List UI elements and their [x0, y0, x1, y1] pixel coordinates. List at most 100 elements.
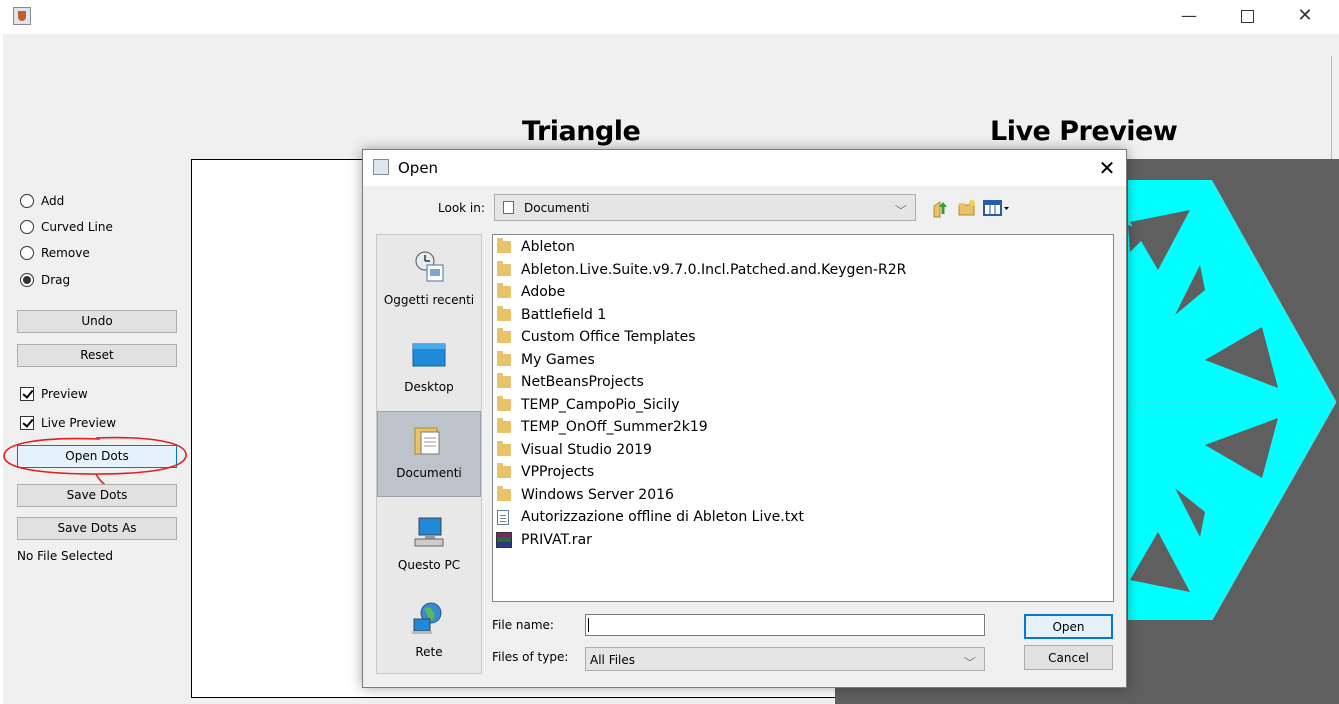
- radio-remove[interactable]: Remove: [20, 243, 90, 263]
- list-item[interactable]: Ableton.Live.Suite.v9.7.0.Incl.Patched.a…: [493, 259, 906, 281]
- file-status-label: No File Selected: [17, 549, 114, 563]
- list-item[interactable]: Ableton: [493, 236, 575, 258]
- cancel-button[interactable]: Cancel: [1024, 645, 1113, 670]
- folder-icon: [497, 328, 511, 343]
- radio-remove-label: Remove: [41, 246, 90, 260]
- folder-icon: [497, 261, 511, 276]
- checkbox-box[interactable]: [20, 387, 34, 401]
- place-documents-label: Documenti: [396, 466, 462, 480]
- network-icon: [412, 602, 442, 634]
- list-item[interactable]: Visual Studio 2019: [493, 439, 652, 461]
- minimize-icon[interactable]: —: [1174, 4, 1204, 28]
- radio-add-label: Add: [41, 194, 65, 208]
- list-item[interactable]: VPProjects: [493, 461, 594, 483]
- place-documents[interactable]: Documenti: [377, 411, 481, 497]
- look-in-combobox[interactable]: Documenti ⌵: [494, 194, 916, 221]
- radio-curved-line-label: Curved Line: [41, 220, 113, 234]
- radio-circle[interactable]: [20, 220, 34, 234]
- save-dots-button[interactable]: Save Dots: [17, 484, 177, 507]
- save-dots-as-button[interactable]: Save Dots As: [17, 517, 177, 540]
- checkbox-box[interactable]: [20, 416, 34, 430]
- radio-circle-checked[interactable]: [20, 273, 34, 287]
- file-name-label: File name:: [492, 618, 554, 632]
- list-item[interactable]: PRIVAT.rar: [493, 529, 592, 551]
- up-one-level-icon[interactable]: [931, 198, 951, 218]
- archive-file-icon: [496, 532, 512, 548]
- files-of-type-combobox[interactable]: All Files ⌵: [585, 647, 985, 671]
- desktop-icon: [412, 343, 446, 367]
- view-menu-icon[interactable]: [983, 198, 1011, 218]
- open-button[interactable]: Open: [1024, 614, 1113, 639]
- file-list[interactable]: Ableton Ableton.Live.Suite.v9.7.0.Incl.P…: [492, 234, 1114, 602]
- file-name-input[interactable]: [585, 614, 985, 636]
- list-item[interactable]: TEMP_CampoPio_Sicily: [493, 394, 680, 416]
- radio-circle[interactable]: [20, 194, 34, 208]
- list-item[interactable]: Autorizzazione offline di Ableton Live.t…: [493, 506, 804, 528]
- file-name: NetBeansProjects: [521, 374, 644, 390]
- folder-icon: [497, 238, 511, 253]
- place-this-pc-label: Questo PC: [397, 558, 461, 572]
- window-edge: [0, 34, 3, 704]
- live-preview-checkbox[interactable]: Live Preview: [20, 414, 116, 432]
- file-name: Autorizzazione offline di Ableton Live.t…: [521, 509, 804, 525]
- live-preview-checkbox-label: Live Preview: [41, 416, 117, 430]
- folder-icon: [497, 283, 511, 298]
- dialog-title: Open: [398, 159, 439, 177]
- list-item[interactable]: Custom Office Templates: [493, 326, 696, 348]
- list-item[interactable]: NetBeansProjects: [493, 371, 644, 393]
- file-name: TEMP_CampoPio_Sicily: [521, 397, 680, 413]
- undo-button[interactable]: Undo: [17, 310, 177, 333]
- list-item[interactable]: Adobe: [493, 281, 565, 303]
- close-icon[interactable]: ✕: [1290, 4, 1320, 28]
- radio-circle[interactable]: [20, 246, 34, 260]
- file-name: Ableton.Live.Suite.v9.7.0.Incl.Patched.a…: [521, 262, 907, 278]
- files-of-type-label: Files of type:: [492, 650, 569, 664]
- radio-drag[interactable]: Drag: [20, 270, 70, 290]
- dialog-titlebar: Open ✕: [363, 150, 1126, 186]
- file-name: Adobe: [521, 284, 566, 300]
- place-desktop-label: Desktop: [404, 380, 454, 394]
- documents-icon: [503, 201, 514, 214]
- open-dots-button[interactable]: Open Dots: [17, 445, 177, 468]
- place-recent-items[interactable]: Oggetti recenti: [377, 249, 481, 335]
- file-name: Battlefield 1: [521, 307, 607, 323]
- folder-icon: [497, 373, 511, 388]
- chevron-down-icon[interactable]: ⌵: [964, 653, 976, 664]
- triangle-heading: Triangle: [522, 116, 641, 147]
- file-name: Custom Office Templates: [521, 329, 696, 345]
- recent-items-icon: [415, 251, 444, 282]
- look-in-value: Documenti: [524, 201, 590, 215]
- file-name: PRIVAT.rar: [521, 532, 592, 548]
- chevron-down-icon[interactable]: ⌵: [895, 201, 907, 212]
- radio-add[interactable]: Add: [20, 191, 64, 211]
- list-item[interactable]: Battlefield 1: [493, 304, 606, 326]
- list-item[interactable]: My Games: [493, 349, 595, 371]
- file-name: VPProjects: [521, 464, 595, 480]
- preview-checkbox-label: Preview: [41, 387, 88, 401]
- radio-drag-label: Drag: [41, 273, 71, 287]
- text-file-icon: [497, 509, 509, 525]
- reset-button[interactable]: Reset: [17, 344, 177, 367]
- list-item[interactable]: Windows Server 2016: [493, 484, 674, 506]
- places-bar: Oggetti recenti Desktop Documenti Questo…: [376, 234, 482, 674]
- file-name: TEMP_OnOff_Summer2k19: [521, 419, 708, 435]
- open-file-dialog: Open ✕ Look in: Documenti ⌵ Oggetti rece…: [362, 149, 1127, 688]
- file-name: Windows Server 2016: [521, 487, 674, 503]
- radio-curved-line[interactable]: Curved Line: [20, 217, 113, 237]
- java-app-icon[interactable]: [13, 7, 31, 25]
- maximize-icon[interactable]: [1232, 4, 1262, 28]
- text-caret: [588, 618, 589, 632]
- place-network[interactable]: Rete: [377, 601, 481, 687]
- list-item[interactable]: TEMP_OnOff_Summer2k19: [493, 416, 708, 438]
- place-this-pc[interactable]: Questo PC: [377, 514, 481, 600]
- look-in-label: Look in:: [438, 201, 485, 215]
- folder-icon: [497, 441, 511, 456]
- preview-checkbox[interactable]: Preview: [20, 385, 88, 403]
- place-network-label: Rete: [415, 645, 443, 659]
- place-desktop[interactable]: Desktop: [377, 336, 481, 422]
- file-name: Ableton: [521, 239, 575, 255]
- dialog-close-icon[interactable]: ✕: [1092, 154, 1122, 182]
- file-name: Visual Studio 2019: [521, 442, 652, 458]
- documents-icon: [414, 427, 440, 455]
- new-folder-icon[interactable]: [957, 198, 977, 218]
